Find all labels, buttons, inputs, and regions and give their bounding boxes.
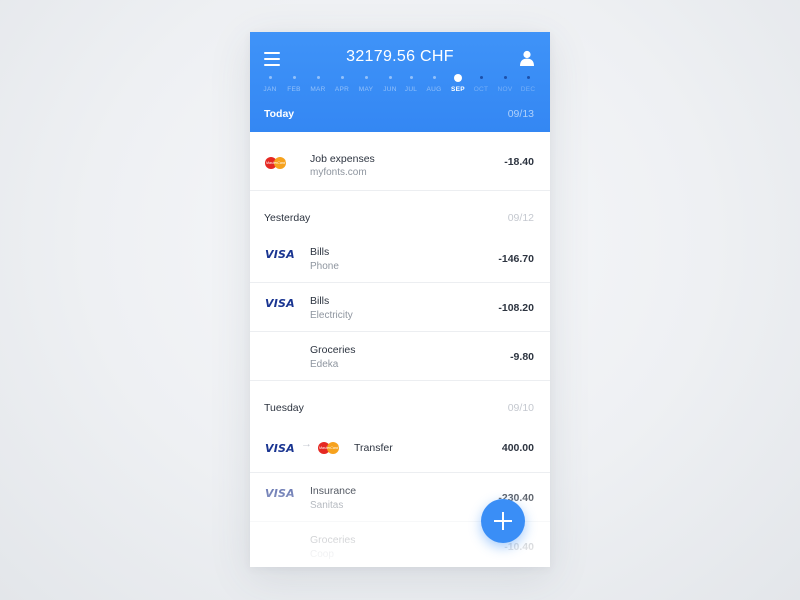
transaction-title: Groceries bbox=[310, 344, 356, 356]
visa-logo-icon: VISA bbox=[265, 442, 295, 455]
month-dec[interactable]: DEC bbox=[516, 72, 540, 93]
section-header-yesterday: Yesterday 09/12 bbox=[250, 191, 550, 234]
transaction-amount: -9.80 bbox=[510, 351, 534, 363]
transaction-title: Bills bbox=[310, 295, 330, 307]
mastercard-logo-icon: MasterCard bbox=[318, 441, 340, 455]
month-aug[interactable]: AUG bbox=[422, 72, 446, 93]
transaction-row[interactable]: Groceries Edeka -9.80 bbox=[250, 332, 550, 381]
month-apr[interactable]: APR bbox=[330, 72, 354, 93]
transaction-title: Groceries bbox=[310, 534, 356, 546]
visa-logo-icon: VISA bbox=[265, 487, 295, 500]
transaction-row[interactable]: VISA Bills Electricity -108.20 bbox=[250, 283, 550, 332]
account-balance: 32179.56 CHF bbox=[346, 48, 454, 65]
month-mar[interactable]: MAR bbox=[306, 72, 330, 93]
transaction-row[interactable]: VISA Bills Phone -146.70 bbox=[250, 234, 550, 283]
month-nov[interactable]: NOV bbox=[493, 72, 517, 93]
plus-icon-vertical bbox=[502, 512, 504, 530]
transaction-subtitle: myfonts.com bbox=[310, 167, 367, 178]
balance-header: 32179.56 CHF JAN FEB MAR APR MAY JUN JUL… bbox=[250, 32, 550, 132]
transaction-title: Transfer bbox=[354, 442, 393, 454]
transaction-row[interactable]: MasterCard Job expenses myfonts.com -18.… bbox=[250, 132, 550, 191]
month-timeline: JAN FEB MAR APR MAY JUN JUL AUG SEP OCT … bbox=[250, 72, 550, 96]
month-jan[interactable]: JAN bbox=[258, 72, 282, 93]
section-day: Yesterday bbox=[264, 212, 311, 224]
visa-logo-icon: VISA bbox=[265, 297, 295, 310]
section-header-tuesday: Tuesday 09/10 bbox=[250, 381, 550, 424]
visa-logo-icon: VISA bbox=[265, 248, 295, 261]
user-icon[interactable] bbox=[520, 50, 534, 66]
phone-screen: 32179.56 CHF JAN FEB MAR APR MAY JUN JUL… bbox=[250, 32, 550, 567]
transaction-subtitle: Electricity bbox=[310, 310, 353, 321]
month-may[interactable]: MAY bbox=[354, 72, 378, 93]
transaction-title: Insurance bbox=[310, 485, 357, 497]
arrow-right-icon: → bbox=[301, 438, 312, 450]
month-sep[interactable]: SEP bbox=[446, 72, 470, 93]
transaction-amount: -18.40 bbox=[504, 156, 534, 168]
section-day: Tuesday bbox=[264, 402, 304, 414]
transaction-amount: -108.20 bbox=[498, 302, 534, 314]
transaction-title: Job expenses bbox=[310, 153, 375, 165]
transaction-subtitle: Coop bbox=[310, 549, 334, 560]
transaction-amount: -146.70 bbox=[498, 253, 534, 265]
month-oct[interactable]: OCT bbox=[469, 72, 493, 93]
add-transaction-button[interactable] bbox=[481, 499, 525, 543]
transaction-amount: 400.00 bbox=[501, 442, 534, 454]
mastercard-logo-icon: MasterCard bbox=[265, 156, 287, 170]
month-jul[interactable]: JUL bbox=[399, 72, 423, 93]
section-date: 09/12 bbox=[507, 212, 534, 224]
section-date-today: 09/13 bbox=[507, 108, 534, 120]
transfer-row[interactable]: VISA → MasterCard Transfer 400.00 bbox=[250, 424, 550, 473]
month-feb[interactable]: FEB bbox=[282, 72, 306, 93]
transaction-subtitle: Phone bbox=[310, 261, 339, 272]
transaction-subtitle: Sanitas bbox=[310, 500, 344, 511]
section-day-today: Today bbox=[264, 108, 295, 120]
transaction-title: Bills bbox=[310, 246, 330, 258]
transaction-subtitle: Edeka bbox=[310, 359, 339, 370]
transaction-amount: -10.40 bbox=[504, 541, 534, 553]
section-date: 09/10 bbox=[507, 402, 534, 414]
